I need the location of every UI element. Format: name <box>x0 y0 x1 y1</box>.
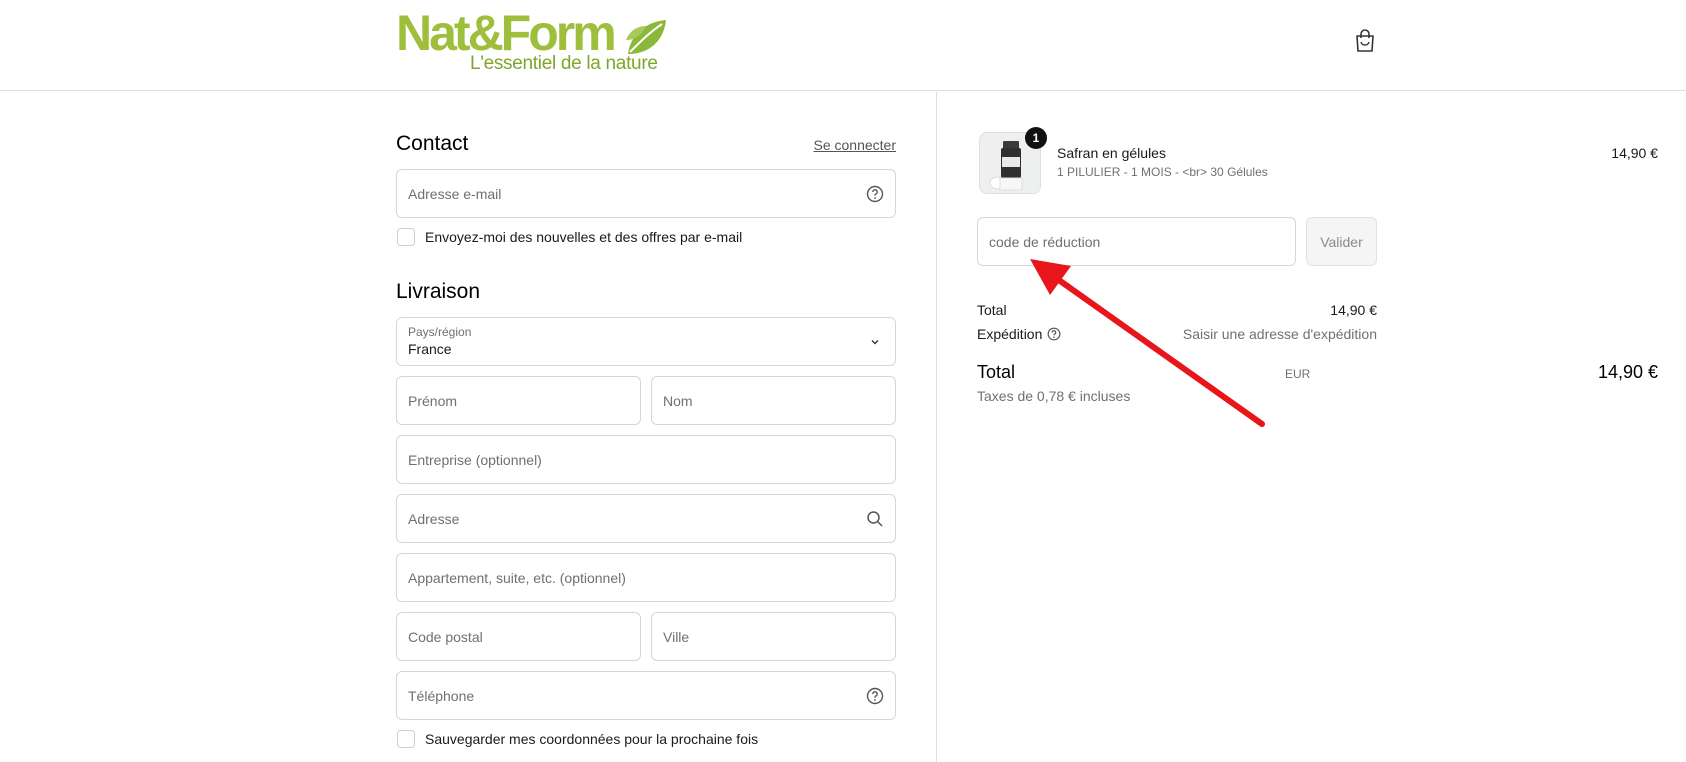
email-input[interactable] <box>397 170 895 217</box>
save-info-option: Sauvegarder mes coordonnées pour la proc… <box>397 730 758 748</box>
apartment-field[interactable] <box>396 553 896 602</box>
phone-field[interactable] <box>396 671 896 720</box>
brand-tagline: L'essentiel de la nature <box>470 53 658 74</box>
newsletter-label: Envoyez-moi des nouvelles et des offres … <box>425 229 743 245</box>
save-info-checkbox[interactable] <box>397 730 415 748</box>
last-name-field[interactable] <box>651 376 896 425</box>
address-input[interactable] <box>397 495 895 542</box>
search-icon <box>867 511 883 527</box>
site-header: Nat&Form L'essentiel de la nature <box>0 0 1686 91</box>
country-select[interactable]: Pays/région France <box>396 317 896 366</box>
login-link[interactable]: Se connecter <box>814 137 897 153</box>
discount-code-field[interactable] <box>977 217 1296 266</box>
help-circle-icon[interactable] <box>866 687 884 705</box>
newsletter-option: Envoyez-moi des nouvelles et des offres … <box>397 228 742 246</box>
brand-logo[interactable]: Nat&Form L'essentiel de la nature <box>396 8 676 78</box>
first-name-field[interactable] <box>396 376 641 425</box>
product-variant: 1 PILULIER - 1 MOIS - <br> 30 Gélules <box>1057 165 1268 179</box>
newsletter-checkbox[interactable] <box>397 228 415 246</box>
currency-code: EUR <box>1285 367 1311 381</box>
phone-input[interactable] <box>397 672 895 719</box>
last-name-input[interactable] <box>652 377 895 424</box>
leaf-icon <box>626 20 666 54</box>
help-circle-icon[interactable] <box>1047 327 1061 341</box>
first-name-input[interactable] <box>397 377 640 424</box>
postal-code-field[interactable] <box>396 612 641 661</box>
company-field[interactable] <box>396 435 896 484</box>
email-field[interactable] <box>396 169 896 218</box>
city-field[interactable] <box>651 612 896 661</box>
checkout-form: Contact Se connecter Envoyez-moi des nou… <box>0 92 937 762</box>
product-price: 14,90 € <box>1611 145 1658 161</box>
brand-name: Nat&Form <box>396 5 617 61</box>
company-input[interactable] <box>397 436 895 483</box>
total-value: 14,90 € <box>1597 362 1658 382</box>
address-field[interactable] <box>396 494 896 543</box>
subtotal-value: 14,90 € <box>1330 302 1377 318</box>
product-name: Safran en gélules <box>1057 145 1166 161</box>
quantity-badge: 1 <box>1025 127 1047 149</box>
country-label: Pays/région <box>408 325 472 339</box>
shipping-value: Saisir une adresse d'expédition <box>1182 326 1377 342</box>
save-info-label: Sauvegarder mes coordonnées pour la proc… <box>425 731 759 747</box>
subtotal-label: Total <box>977 302 1007 318</box>
shipping-label: Expédition <box>977 326 1043 342</box>
chevron-down-icon <box>871 340 879 345</box>
discount-code-input[interactable] <box>978 218 1295 265</box>
contact-heading: Contact <box>396 132 469 155</box>
postal-code-input[interactable] <box>397 613 640 660</box>
total-label: Total <box>977 362 1016 382</box>
order-summary: 1 Safran en gélules 1 PILULIER - 1 MOIS … <box>937 92 1686 762</box>
country-value: France <box>408 341 452 357</box>
apartment-input[interactable] <box>397 554 895 601</box>
city-input[interactable] <box>652 613 895 660</box>
apply-discount-button[interactable]: Valider <box>1306 217 1377 266</box>
delivery-heading: Livraison <box>396 280 481 303</box>
help-circle-icon[interactable] <box>866 185 884 203</box>
shopping-bag-icon[interactable] <box>1354 29 1376 53</box>
tax-note: Taxes de 0,78 € incluses <box>977 388 1131 404</box>
